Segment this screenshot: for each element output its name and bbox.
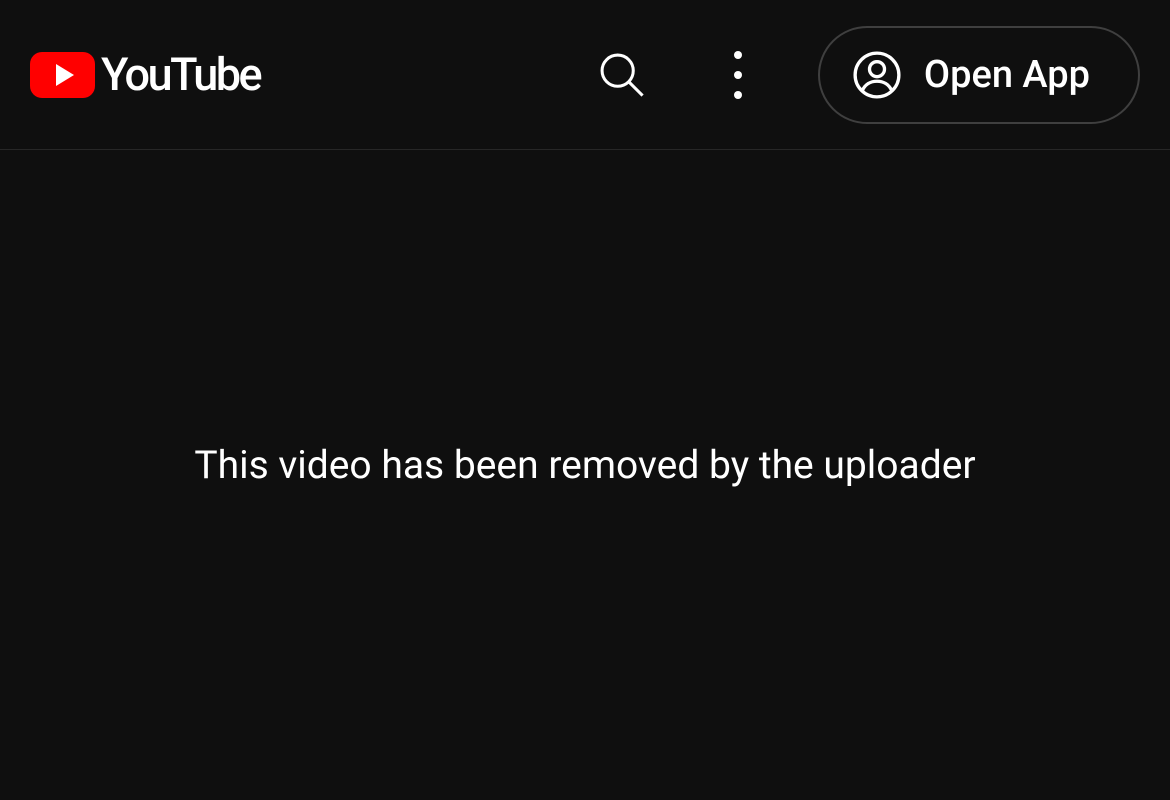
content-area: This video has been removed by the uploa… xyxy=(0,150,1170,800)
youtube-logo[interactable]: YouTube xyxy=(30,48,260,101)
play-triangle-icon xyxy=(56,64,74,86)
user-icon xyxy=(852,50,902,100)
open-app-label: Open App xyxy=(924,53,1090,97)
more-options-button[interactable] xyxy=(702,39,774,111)
more-options-icon xyxy=(734,51,742,99)
header: YouTube Open App xyxy=(0,0,1170,150)
search-icon xyxy=(596,49,648,101)
open-app-button[interactable]: Open App xyxy=(818,26,1140,124)
search-button[interactable] xyxy=(586,39,658,111)
youtube-logo-text: YouTube xyxy=(101,48,260,101)
youtube-play-icon xyxy=(30,52,95,98)
video-removed-message: This video has been removed by the uploa… xyxy=(194,442,975,488)
